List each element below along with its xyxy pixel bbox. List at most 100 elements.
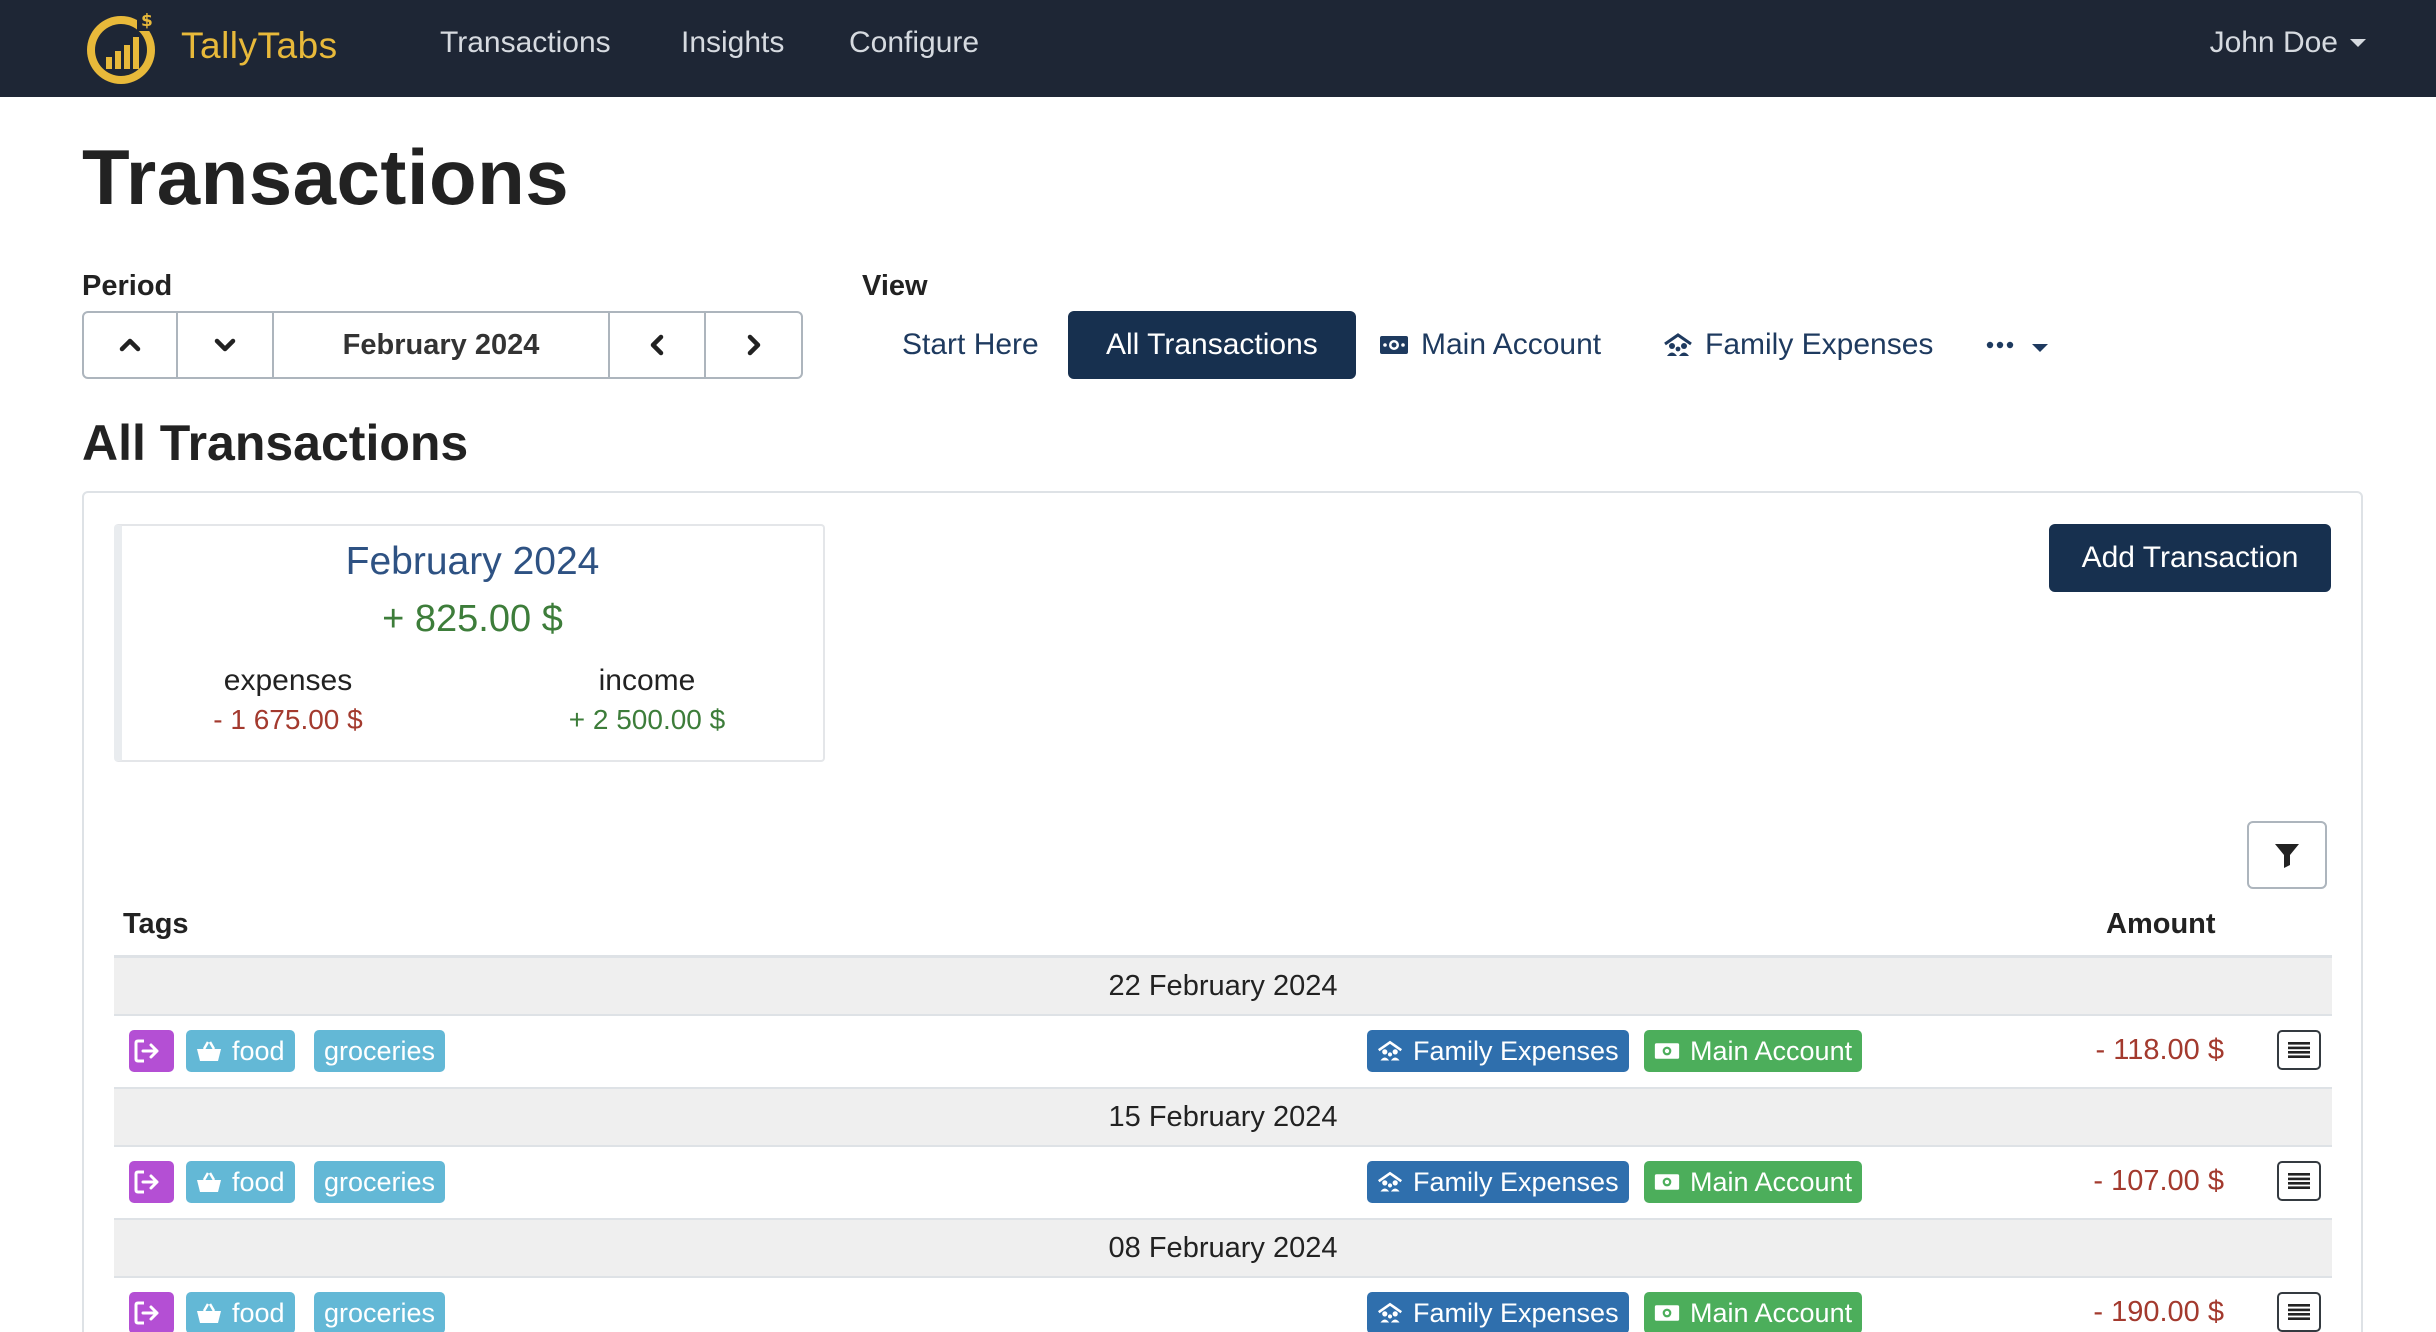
period-down-button[interactable] (178, 313, 274, 377)
filter-icon (2275, 844, 2299, 868)
user-name: John Doe (2209, 26, 2338, 59)
account-label: Family Expenses (1413, 1166, 1619, 1197)
period-selector: February 2024 (82, 311, 803, 379)
tag-groceries[interactable]: groceries (314, 1030, 446, 1072)
tag-label: food (232, 1166, 285, 1197)
user-menu[interactable]: John Doe (2210, 26, 2366, 60)
sign-out-icon (134, 1039, 158, 1063)
basket-icon (197, 1303, 221, 1323)
section-title: All Transactions (82, 415, 469, 471)
period-current-month[interactable]: February 2024 (274, 313, 610, 377)
account-label: Main Account (1690, 1035, 1853, 1066)
list-icon (2288, 1173, 2310, 1189)
view-more-dropdown[interactable] (1950, 311, 2084, 379)
income-value: + 2 500.00 $ (568, 704, 726, 735)
transfer-tag[interactable] (129, 1030, 174, 1072)
view-tab-label: Start Here (902, 328, 1039, 361)
chevron-right-icon (747, 334, 760, 356)
chevron-down-icon (2350, 39, 2366, 47)
date-group-header: 22 February 2024 (114, 958, 2332, 1016)
account-badge-family-expenses[interactable]: Family Expenses (1367, 1292, 1629, 1332)
view-tab-start-here[interactable]: Start Here (864, 311, 1077, 379)
transaction-amount: - 107.00 $ (2093, 1165, 2224, 1197)
money-icon (1654, 1174, 1680, 1190)
summary-expenses: expenses - 1 675.00 $ (158, 664, 418, 736)
view-label: View (862, 270, 928, 302)
account-badge-family-expenses[interactable]: Family Expenses (1367, 1030, 1629, 1072)
expenses-label: expenses (223, 664, 353, 697)
income-label: income (598, 664, 696, 697)
more-dots-icon (1986, 341, 2014, 349)
tag-label: food (232, 1297, 285, 1328)
sign-out-icon (134, 1301, 158, 1325)
table-row[interactable]: food groceries Family Expenses Main Acco… (114, 1278, 2332, 1332)
basket-icon (197, 1172, 221, 1192)
account-label: Family Expenses (1413, 1035, 1619, 1066)
account-label: Main Account (1690, 1297, 1853, 1328)
column-header-amount: Amount (2106, 908, 2216, 940)
transaction-amount: - 118.00 $ (2095, 1034, 2224, 1066)
transaction-amount: - 190.00 $ (2093, 1296, 2224, 1328)
chevron-down-icon (214, 338, 236, 352)
account-label: Main Account (1690, 1166, 1853, 1197)
add-transaction-button[interactable]: Add Transaction (2049, 524, 2331, 592)
summary-month: February 2024 (345, 540, 600, 583)
tag-food[interactable]: food (186, 1161, 295, 1203)
column-header-tags: Tags (123, 908, 189, 940)
chevron-down-icon (2032, 344, 2048, 352)
date-group-header: 08 February 2024 (114, 1220, 2332, 1278)
money-icon (1380, 336, 1408, 354)
transfer-tag[interactable] (129, 1161, 174, 1203)
basket-icon (197, 1041, 221, 1061)
family-icon (1377, 1040, 1403, 1061)
chevron-up-icon (119, 338, 141, 352)
filter-button[interactable] (2247, 821, 2327, 889)
row-menu-button[interactable] (2277, 1292, 2321, 1332)
sign-out-icon (134, 1170, 158, 1194)
account-label: Family Expenses (1413, 1297, 1619, 1328)
tag-groceries[interactable]: groceries (314, 1161, 446, 1203)
money-icon (1654, 1305, 1680, 1321)
row-menu-button[interactable] (2277, 1161, 2321, 1201)
summary-income: income + 2 500.00 $ (517, 664, 777, 736)
table-row[interactable]: food groceries Family Expenses Main Acco… (114, 1016, 2332, 1089)
account-badge-family-expenses[interactable]: Family Expenses (1367, 1161, 1629, 1203)
period-label: Period (82, 270, 173, 302)
summary-total: + 825.00 $ (382, 598, 563, 640)
money-icon (1654, 1043, 1680, 1059)
nav-configure[interactable]: Configure (849, 26, 979, 60)
nav-transactions[interactable]: Transactions (440, 26, 611, 60)
period-next-button[interactable] (706, 313, 801, 377)
tag-food[interactable]: food (186, 1292, 295, 1332)
brand[interactable]: $ TallyTabs (82, 5, 338, 87)
view-tab-label: All Transactions (1106, 328, 1318, 361)
summary-card: February 2024 + 825.00 $ expenses - 1 67… (114, 524, 825, 762)
brand-name: TallyTabs (181, 25, 338, 66)
family-icon (1664, 333, 1692, 356)
period-prev-button[interactable] (610, 313, 706, 377)
date-group-header: 15 February 2024 (114, 1089, 2332, 1147)
family-icon (1377, 1302, 1403, 1323)
navbar: $ TallyTabs Transactions Insights Config… (0, 0, 2436, 97)
tag-food[interactable]: food (186, 1030, 295, 1072)
view-tab-family-expenses[interactable]: Family Expenses (1625, 311, 1971, 379)
account-badge-main-account[interactable]: Main Account (1644, 1161, 1863, 1203)
page-title: Transactions (82, 133, 570, 221)
view-tab-main-account[interactable]: Main Account (1341, 311, 1639, 379)
transfer-tag[interactable] (129, 1292, 174, 1332)
account-badge-main-account[interactable]: Main Account (1644, 1030, 1863, 1072)
family-icon (1377, 1171, 1403, 1192)
tag-groceries[interactable]: groceries (314, 1292, 446, 1332)
view-tab-all-transactions[interactable]: All Transactions (1068, 311, 1356, 379)
svg-text:$: $ (141, 11, 153, 31)
tallytabs-logo-icon: $ (87, 9, 157, 84)
chevron-left-icon (650, 334, 664, 356)
row-menu-button[interactable] (2277, 1030, 2321, 1070)
table-row[interactable]: food groceries Family Expenses Main Acco… (114, 1147, 2332, 1220)
list-icon (2288, 1042, 2310, 1058)
period-up-button[interactable] (84, 313, 178, 377)
tag-label: food (232, 1035, 285, 1066)
expenses-value: - 1 675.00 $ (213, 704, 363, 735)
account-badge-main-account[interactable]: Main Account (1644, 1292, 1863, 1332)
nav-insights[interactable]: Insights (681, 26, 784, 60)
